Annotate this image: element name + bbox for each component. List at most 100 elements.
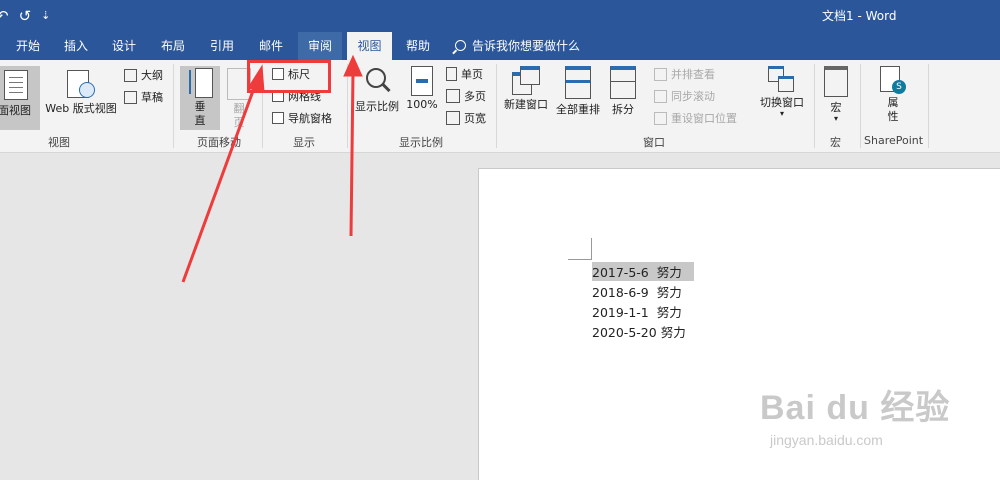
multiple-pages-label: 多页 bbox=[464, 90, 486, 103]
document-line[interactable]: 2019-1-1 努力 bbox=[592, 302, 682, 321]
margin-marker bbox=[568, 259, 592, 260]
print-layout-button[interactable]: 页面视图 bbox=[0, 66, 40, 130]
page-width-icon bbox=[446, 111, 460, 125]
nav-pane-label: 导航窗格 bbox=[288, 112, 332, 125]
web-layout-icon bbox=[67, 70, 95, 98]
draft-button[interactable]: 草稿 bbox=[124, 88, 163, 106]
group-label-sharepoint: SharePoint bbox=[864, 134, 924, 147]
switch-windows-label: 切换窗口 bbox=[760, 96, 804, 109]
line-date: 2017-5-6 bbox=[592, 265, 649, 280]
redo-icon[interactable]: ↺ bbox=[19, 6, 32, 26]
macros-icon bbox=[824, 66, 848, 97]
switch-windows-button[interactable]: 切换窗口 ▾ bbox=[756, 66, 808, 130]
zoom-100-icon bbox=[411, 66, 433, 96]
zoom-button[interactable]: 显示比例 bbox=[352, 66, 402, 130]
arrange-all-label: 全部重排 bbox=[556, 103, 600, 116]
tab-review[interactable]: 审阅 bbox=[298, 32, 342, 60]
group-label-views: 视图 bbox=[48, 136, 70, 149]
reset-window-icon bbox=[654, 111, 667, 125]
outline-label: 大纲 bbox=[141, 69, 163, 82]
macros-label: 宏 bbox=[830, 101, 842, 114]
properties-label: 属性 bbox=[887, 96, 899, 123]
tab-design[interactable]: 设计 bbox=[106, 32, 142, 60]
multiple-pages-button[interactable]: 多页 bbox=[446, 87, 486, 105]
sharepoint-properties-icon: S bbox=[880, 66, 906, 94]
reset-window-position-button[interactable]: 重设窗口位置 bbox=[654, 109, 737, 127]
switch-windows-icon bbox=[768, 66, 796, 92]
document-line[interactable]: 2020-5-20 努力 bbox=[592, 322, 686, 341]
multiple-pages-icon bbox=[446, 89, 460, 103]
document-page[interactable] bbox=[478, 168, 1000, 480]
vertical-scroll-icon bbox=[187, 68, 213, 98]
group-separator bbox=[347, 64, 348, 148]
dropdown-arrow-icon: ▾ bbox=[833, 114, 838, 123]
split-button[interactable]: 拆分 bbox=[606, 66, 640, 130]
print-layout-label: 页面视图 bbox=[0, 104, 31, 117]
group-separator bbox=[860, 64, 861, 148]
nav-pane-checkbox-box[interactable] bbox=[272, 112, 284, 124]
split-icon bbox=[610, 66, 636, 99]
arrange-all-button[interactable]: 全部重排 bbox=[553, 66, 603, 130]
window-title: 文档1 - Word bbox=[822, 9, 897, 23]
vertical-button[interactable]: 垂直 bbox=[180, 66, 220, 130]
group-label-window: 窗口 bbox=[643, 136, 665, 149]
group-label-zoom: 显示比例 bbox=[399, 136, 443, 149]
one-page-button[interactable]: 单页 bbox=[446, 65, 483, 83]
nav-pane-checkbox[interactable]: 导航窗格 bbox=[272, 109, 332, 127]
view-side-by-side-button[interactable]: 并排查看 bbox=[654, 65, 715, 83]
ruler-highlight-box bbox=[247, 60, 331, 93]
tab-mailings[interactable]: 邮件 bbox=[253, 32, 289, 60]
title-bar: ↶ ↺ ⇣ 文档1 - Word bbox=[0, 0, 1000, 32]
sync-scroll-button[interactable]: 同步滚动 bbox=[654, 87, 715, 105]
tab-references[interactable]: 引用 bbox=[204, 32, 240, 60]
reset-window-label: 重设窗口位置 bbox=[671, 112, 737, 125]
macros-button[interactable]: 宏 ▾ bbox=[820, 66, 852, 130]
quick-access-toolbar: ↶ ↺ ⇣ bbox=[0, 6, 50, 26]
new-window-button[interactable]: 新建窗口 bbox=[501, 66, 551, 130]
web-layout-label: Web 版式视图 bbox=[45, 102, 117, 115]
page-width-button[interactable]: 页宽 bbox=[446, 109, 486, 127]
vertical-label: 垂直 bbox=[194, 100, 206, 127]
ribbon-tabs: 开始 插入 设计 布局 引用 邮件 审阅 视图 帮助 告诉我你想要做什么 bbox=[0, 32, 1000, 60]
dropdown-arrow-icon: ▾ bbox=[779, 109, 784, 118]
new-window-label: 新建窗口 bbox=[504, 98, 548, 111]
group-label-show: 显示 bbox=[293, 136, 315, 149]
tab-help[interactable]: 帮助 bbox=[400, 32, 436, 60]
tell-me-label: 告诉我你想要做什么 bbox=[472, 39, 581, 53]
group-label-macros: 宏 bbox=[830, 136, 841, 149]
ribbon-view: 页面视图 Web 版式视图 大纲 草稿 视图 垂直 翻页 页面移动 标尺 网格 bbox=[0, 60, 1000, 153]
line-date: 2020-5-20 bbox=[592, 325, 657, 340]
split-label: 拆分 bbox=[612, 103, 634, 116]
one-page-label: 单页 bbox=[461, 68, 483, 81]
outline-button[interactable]: 大纲 bbox=[124, 66, 163, 84]
draft-icon bbox=[124, 90, 137, 104]
draft-label: 草稿 bbox=[141, 91, 163, 104]
tab-layout[interactable]: 布局 bbox=[155, 32, 191, 60]
group-label-page-movement: 页面移动 bbox=[197, 136, 241, 149]
document-line[interactable]: 2018-6-9 努力 bbox=[592, 282, 682, 301]
group-separator bbox=[496, 64, 497, 148]
zoom-magnifier-icon bbox=[364, 66, 391, 96]
zoom-100-button[interactable]: 100% bbox=[404, 66, 440, 130]
properties-button[interactable]: S 属性 bbox=[870, 66, 916, 130]
document-line[interactable]: 2017-5-6 努力 bbox=[592, 262, 694, 281]
zoom-100-label: 100% bbox=[406, 98, 438, 111]
outline-icon bbox=[124, 68, 137, 82]
sync-scroll-label: 同步滚动 bbox=[671, 90, 715, 103]
print-layout-icon bbox=[4, 70, 28, 100]
undo-icon[interactable]: ↶ bbox=[0, 6, 9, 26]
search-icon bbox=[455, 40, 466, 51]
tab-view[interactable]: 视图 bbox=[347, 32, 392, 60]
tab-insert[interactable]: 插入 bbox=[58, 32, 94, 60]
tell-me-search[interactable]: 告诉我你想要做什么 bbox=[455, 32, 580, 60]
tab-home[interactable]: 开始 bbox=[10, 32, 46, 60]
customize-qat-icon[interactable]: ⇣ bbox=[41, 6, 50, 26]
watermark-url: jingyan.baidu.com bbox=[770, 432, 883, 448]
arrange-all-icon bbox=[565, 66, 591, 99]
line-text: 努力 bbox=[660, 325, 686, 340]
sync-scroll-icon bbox=[654, 89, 667, 103]
line-text: 努力 bbox=[656, 285, 682, 300]
group-separator bbox=[814, 64, 815, 148]
web-layout-button[interactable]: Web 版式视图 bbox=[42, 66, 120, 130]
line-date: 2019-1-1 bbox=[592, 305, 649, 320]
